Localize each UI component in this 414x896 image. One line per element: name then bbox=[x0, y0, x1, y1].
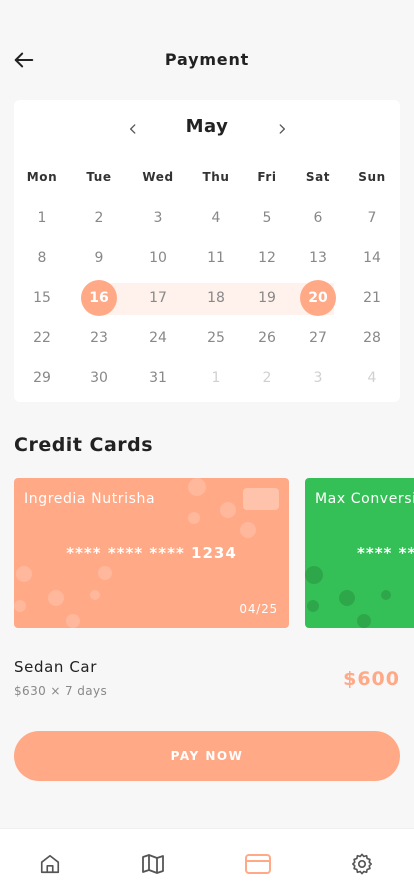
calendar-day[interactable]: 2 bbox=[81, 200, 117, 236]
calendar-day[interactable]: 10 bbox=[140, 240, 176, 276]
calendar-day[interactable]: 13 bbox=[300, 240, 336, 276]
calendar: May Mon Tue Wed Thu Fri Sat Sun 12345678… bbox=[14, 100, 400, 402]
weekday-label: Mon bbox=[26, 170, 58, 184]
calendar-day[interactable]: 8 bbox=[24, 240, 60, 276]
weekday-label: Fri bbox=[257, 170, 277, 184]
card-number: **** **** **** 1234 bbox=[66, 544, 237, 562]
calendar-day[interactable]: 29 bbox=[24, 360, 60, 396]
calendar-day[interactable]: 4 bbox=[198, 200, 234, 236]
calendar-day[interactable]: 19 bbox=[249, 280, 285, 316]
weekday-label: Thu bbox=[202, 170, 230, 184]
calendar-day[interactable]: 31 bbox=[140, 360, 176, 396]
calendar-day[interactable]: 7 bbox=[354, 200, 390, 236]
calendar-day[interactable]: 23 bbox=[81, 320, 117, 356]
item-name: Sedan Car bbox=[14, 658, 97, 676]
pay-now-button[interactable]: PAY NOW bbox=[14, 731, 400, 781]
chevron-right-icon bbox=[279, 124, 285, 134]
tab-settings[interactable] bbox=[349, 851, 375, 877]
month-label: May bbox=[185, 116, 229, 137]
calendar-day[interactable]: 15 bbox=[24, 280, 60, 316]
calendar-day[interactable]: 20 bbox=[300, 280, 336, 316]
calendar-day[interactable]: 18 bbox=[198, 280, 234, 316]
header: Payment bbox=[0, 40, 414, 80]
weekday-label: Sat bbox=[305, 170, 331, 184]
weekday-label: Sun bbox=[358, 170, 386, 184]
calendar-day[interactable]: 1 bbox=[198, 360, 234, 396]
calendar-day[interactable]: 27 bbox=[300, 320, 336, 356]
page-title: Payment bbox=[164, 50, 250, 69]
settings-icon bbox=[352, 853, 372, 875]
calendar-day[interactable]: 2 bbox=[249, 360, 285, 396]
next-month-button[interactable] bbox=[271, 118, 293, 140]
calendar-day[interactable]: 4 bbox=[354, 360, 390, 396]
card-number: **** **** **** 5678 bbox=[357, 544, 414, 562]
booking-summary: Sedan Car $630 × 7 days $600 bbox=[14, 656, 400, 706]
card-holder-name: Ingredia Nutrisha bbox=[24, 491, 156, 507]
calendar-day[interactable]: 9 bbox=[81, 240, 117, 276]
weekday-label: Tue bbox=[86, 170, 112, 184]
tab-map[interactable] bbox=[140, 851, 166, 877]
calendar-day[interactable]: 28 bbox=[354, 320, 390, 356]
calendar-day[interactable]: 3 bbox=[300, 360, 336, 396]
calendar-day[interactable]: 17 bbox=[140, 280, 176, 316]
card-expiry: 04/25 bbox=[239, 602, 278, 616]
calendar-day[interactable]: 1 bbox=[24, 200, 60, 236]
calendar-day[interactable]: 3 bbox=[140, 200, 176, 236]
credit-card-carousel[interactable]: Ingredia Nutrisha **** **** **** 1234 04… bbox=[14, 478, 414, 628]
calendar-day[interactable]: 14 bbox=[354, 240, 390, 276]
credit-card[interactable]: Max Conversion **** **** **** 5678 bbox=[305, 478, 414, 628]
credit-card[interactable]: Ingredia Nutrisha **** **** **** 1234 04… bbox=[14, 478, 289, 628]
credit-card-icon bbox=[245, 854, 271, 874]
total-price: $600 bbox=[343, 668, 400, 690]
calendar-day[interactable]: 24 bbox=[140, 320, 176, 356]
tab-home[interactable] bbox=[37, 851, 63, 877]
item-detail: $630 × 7 days bbox=[14, 684, 108, 698]
calendar-day[interactable]: 26 bbox=[249, 320, 285, 356]
calendar-day[interactable]: 30 bbox=[81, 360, 117, 396]
bottom-tab-bar bbox=[0, 828, 414, 896]
calendar-day[interactable]: 21 bbox=[354, 280, 390, 316]
card-holder-name: Max Conversion bbox=[315, 491, 414, 507]
calendar-day[interactable]: 22 bbox=[24, 320, 60, 356]
calendar-day[interactable]: 5 bbox=[249, 200, 285, 236]
calendar-day[interactable]: 6 bbox=[300, 200, 336, 236]
calendar-day[interactable]: 11 bbox=[198, 240, 234, 276]
tab-payment[interactable] bbox=[245, 851, 271, 877]
calendar-day[interactable]: 12 bbox=[249, 240, 285, 276]
weekday-header: Mon Tue Wed Thu Fri Sat Sun bbox=[14, 170, 400, 188]
calendar-day[interactable]: 25 bbox=[198, 320, 234, 356]
month-nav: May bbox=[14, 114, 400, 144]
card-chip bbox=[243, 488, 279, 510]
calendar-day[interactable]: 16 bbox=[81, 280, 117, 316]
map-icon bbox=[142, 854, 164, 874]
home-icon bbox=[40, 854, 60, 874]
weekday-label: Wed bbox=[142, 170, 174, 184]
credit-cards-heading: Credit Cards bbox=[14, 434, 154, 456]
